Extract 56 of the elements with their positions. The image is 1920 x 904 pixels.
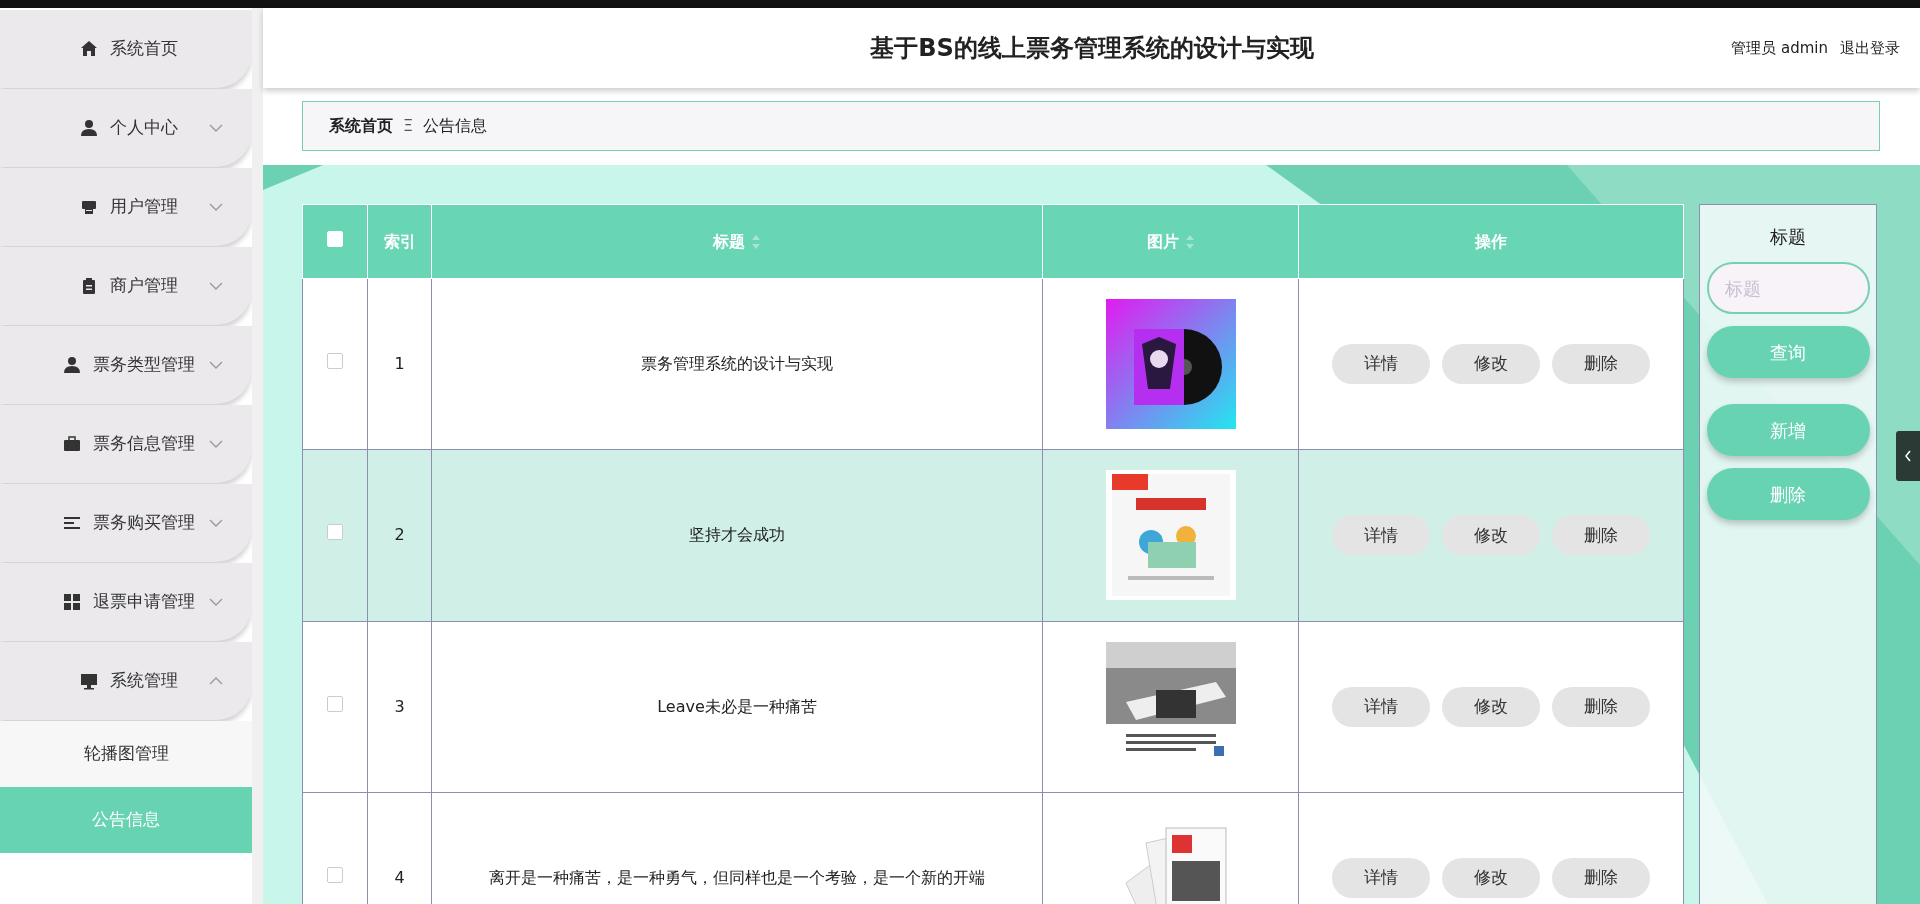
sidebar-item[interactable]: 系统首页 [0, 10, 252, 88]
person-icon [63, 356, 81, 374]
column-header: 索引 [383, 231, 416, 251]
table-cell: Leave未必是一种痛苦 [431, 621, 1043, 793]
monitor-icon [80, 672, 98, 690]
list-icon [63, 514, 81, 532]
table-cell: 1 [367, 278, 432, 450]
logout-link[interactable]: 退出登录 [1840, 36, 1900, 60]
row-checkbox[interactable] [327, 524, 343, 541]
sidebar-item[interactable]: 退票申请管理 [0, 563, 252, 641]
action-button[interactable]: 修改 [1442, 686, 1540, 727]
sidebar-item[interactable]: 用户管理 [0, 168, 252, 246]
action-button[interactable]: 详情 [1332, 686, 1430, 727]
action-button[interactable]: 删除 [1552, 515, 1650, 556]
clipboard-icon [80, 277, 98, 295]
sidebar-item[interactable]: 个人中心 [0, 89, 252, 167]
action-button[interactable]: 修改 [1442, 344, 1540, 385]
action-button[interactable]: 详情 [1332, 857, 1430, 898]
house-icon [80, 40, 98, 58]
sort-icon [751, 234, 761, 250]
user-label: 管理员 admin [1731, 37, 1828, 59]
action-button[interactable]: 修改 [1442, 515, 1540, 556]
submenu-item[interactable]: 轮播图管理 [0, 721, 252, 787]
action-button[interactable]: 详情 [1332, 515, 1430, 556]
row-checkbox[interactable] [327, 866, 343, 883]
action-button[interactable]: 删除 [1552, 686, 1650, 727]
breadcrumb-link[interactable]: 公告信息 [423, 114, 488, 138]
sidebar-item[interactable]: 票务购买管理 [0, 484, 252, 562]
action-button[interactable]: 删除 [1552, 857, 1650, 898]
briefcase-icon [63, 435, 81, 453]
table-cell: 票务管理系统的设计与实现 [431, 278, 1043, 450]
sidebar-item[interactable]: 票务类型管理 [0, 326, 252, 404]
action-button[interactable]: 详情 [1332, 344, 1430, 385]
breadcrumb-link[interactable]: 系统首页 [329, 114, 393, 138]
background-stripe [263, 165, 324, 190]
page-title: 基于BS的线上票务管理系统的设计与实现 [869, 33, 1315, 64]
collapse-toggle[interactable] [1896, 431, 1920, 481]
table-cell: 3 [367, 621, 432, 793]
sidebar-item[interactable]: 系统管理 [0, 642, 252, 720]
action-button[interactable]: 删除 [1552, 344, 1650, 385]
select-all-checkbox[interactable] [327, 230, 343, 247]
row-checkbox[interactable] [327, 695, 343, 712]
sidebar-item[interactable]: 商户管理 [0, 247, 252, 325]
chevron-left-icon [1903, 449, 1913, 463]
row-checkbox[interactable] [327, 353, 343, 370]
sidebar-item[interactable]: 票务信息管理 [0, 405, 252, 483]
table-cell: 2 [367, 449, 432, 621]
printer-icon [80, 198, 98, 216]
field-label: 标题 [1770, 225, 1806, 249]
table-cell: 坚持才会成功 [431, 449, 1043, 621]
sort-icon [1184, 234, 1195, 250]
column-header: 操作 [1475, 231, 1507, 251]
breadcrumb-separator: Ξ [403, 115, 414, 137]
person-icon [80, 119, 98, 137]
grid-icon [63, 593, 81, 611]
action-button[interactable]: 修改 [1442, 857, 1540, 898]
